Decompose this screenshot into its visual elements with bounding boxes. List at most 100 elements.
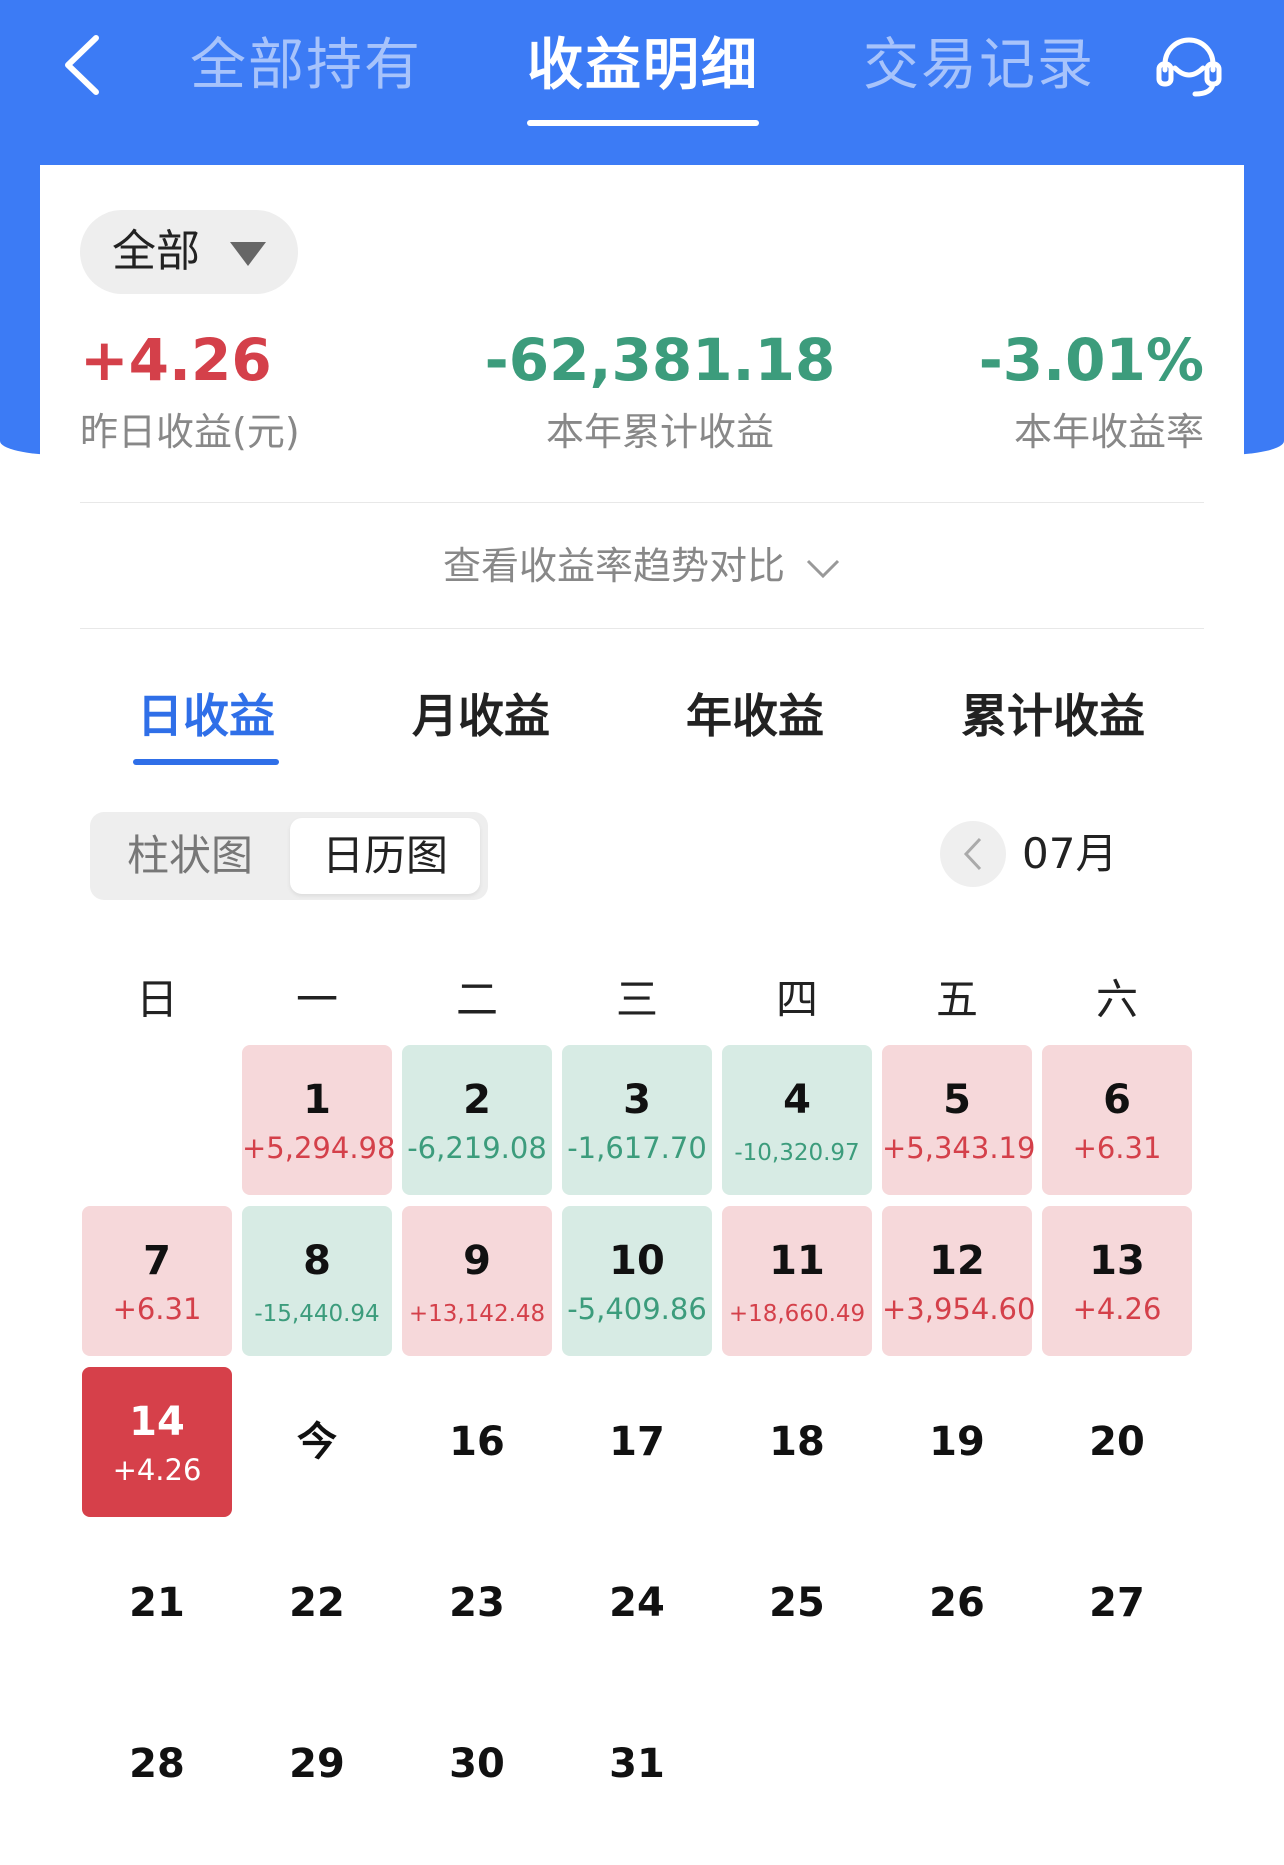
customer-service-button[interactable] [1153, 30, 1225, 102]
yesterday-earnings-label: 昨日收益(元) [80, 410, 300, 454]
calendar-day-cell[interactable]: 20 [1042, 1367, 1192, 1517]
ytd-return-rate: -3.01% 本年收益率 [900, 325, 1204, 457]
calendar-day-number: 6 [1103, 1077, 1131, 1123]
calendar-day-number: 8 [303, 1238, 331, 1284]
tab-earnings-detail[interactable]: 收益明细 [527, 28, 759, 126]
calendar-day-cell[interactable]: 19 [882, 1367, 1032, 1517]
holdings-filter-dropdown[interactable]: 全部 [80, 210, 298, 294]
calendar-day-number: 14 [129, 1399, 185, 1445]
calendar-day-earnings: +13,142.48 [408, 1301, 546, 1327]
calendar-day-number: 5 [943, 1077, 971, 1123]
calendar-day-number: 17 [609, 1419, 665, 1465]
tab-yearly-earnings[interactable]: 年收益 [686, 685, 824, 747]
calendar-day-cell[interactable]: 3 -1,617.70 [562, 1045, 712, 1195]
calendar-day-number: 12 [929, 1238, 985, 1284]
calendar-day-cell[interactable]: 9 +13,142.48 [402, 1206, 552, 1356]
weekday-label: 五 [935, 975, 978, 1024]
calendar-day-cell[interactable]: 11 +18,660.49 [722, 1206, 872, 1356]
calendar-day-number: 29 [289, 1741, 345, 1787]
tab-cumulative-earnings[interactable]: 累计收益 [961, 685, 1145, 747]
calendar-day-number: 3 [623, 1077, 651, 1123]
calendar-day-number: 22 [289, 1580, 345, 1626]
calendar-day-number: 2 [463, 1077, 491, 1123]
calendar-day-cell[interactable]: 21 [82, 1528, 232, 1678]
tab-transaction-records[interactable]: 交易记录 [863, 28, 1095, 104]
calendar-day-number: 7 [143, 1238, 171, 1284]
weekday-label: 三 [615, 975, 658, 1024]
calendar-day-earnings: +5,294.98 [242, 1131, 396, 1165]
calendar-day-number: 18 [769, 1419, 825, 1465]
weekday-label: 四 [775, 975, 818, 1024]
calendar-day-number: 30 [449, 1741, 505, 1787]
calendar-day-number: 11 [769, 1238, 825, 1284]
calendar-day-number: 9 [463, 1238, 491, 1284]
calendar-day-number: 28 [129, 1741, 185, 1787]
calendar-day-earnings: +5,343.19 [882, 1131, 1036, 1165]
calendar-day-earnings: +18,660.49 [728, 1301, 866, 1327]
prev-month-button[interactable] [940, 821, 1006, 887]
top-nav-bar: 全部持有 收益明细 交易记录 [0, 0, 1284, 150]
trend-compare-toggle[interactable]: 查看收益率趋势对比 [40, 540, 1244, 592]
tab-daily-earnings[interactable]: 日收益 [133, 685, 279, 765]
calendar-day-cell[interactable]: 29 [242, 1689, 392, 1839]
filter-label: 全部 [112, 226, 200, 277]
chevron-left-icon [963, 837, 982, 871]
calendar-day-number: 19 [929, 1419, 985, 1465]
calendar-day-cell[interactable]: 16 [402, 1367, 552, 1517]
ytd-return-rate-label: 本年收益率 [1013, 410, 1204, 454]
calendar-day-earnings: +3,954.60 [882, 1292, 1036, 1326]
calendar-day-number: 31 [609, 1741, 665, 1787]
calendar-day-number: 16 [449, 1419, 505, 1465]
yesterday-earnings-value: +4.26 [80, 326, 272, 394]
calendar-day-number: 24 [609, 1580, 665, 1626]
calendar-day-earnings: -10,320.97 [734, 1140, 860, 1166]
ytd-earnings-value: -62,381.18 [484, 326, 836, 394]
tab-monthly-earnings[interactable]: 月收益 [412, 685, 550, 747]
calendar-day-cell[interactable]: 今 [242, 1367, 392, 1517]
calendar-day-cell[interactable]: 25 [722, 1528, 872, 1678]
calendar-day-cell[interactable]: 23 [402, 1528, 552, 1678]
calendar-day-earnings: -6,219.08 [407, 1131, 547, 1165]
ytd-earnings-label: 本年累计收益 [545, 410, 774, 454]
calendar-day-earnings: +6.31 [112, 1292, 202, 1326]
ytd-return-rate-value: -3.01% [978, 326, 1204, 394]
weekday-label: 二 [455, 975, 498, 1024]
calendar-day-cell[interactable]: 2 -6,219.08 [402, 1045, 552, 1195]
calendar-day-cell[interactable]: 31 [562, 1689, 712, 1839]
calendar-day-cell[interactable]: 30 [402, 1689, 552, 1839]
calendar-day-cell[interactable]: 26 [882, 1528, 1032, 1678]
calendar-day-number: 4 [783, 1077, 811, 1123]
view-toggle: 柱状图 日历图 [90, 812, 488, 900]
back-button[interactable] [56, 30, 116, 100]
calendar-day-cell[interactable]: 12 +3,954.60 [882, 1206, 1036, 1356]
calendar-day-cell[interactable]: 13 +4.26 [1042, 1206, 1192, 1356]
calendar-day-cell[interactable]: 27 [1042, 1528, 1192, 1678]
ytd-earnings: -62,381.18 本年累计收益 [440, 325, 880, 457]
calendar-day-cell[interactable]: 5 +5,343.19 [882, 1045, 1036, 1195]
divider [80, 628, 1204, 629]
calendar-day-number: 26 [929, 1580, 985, 1626]
calendar-day-cell[interactable]: 22 [242, 1528, 392, 1678]
calendar-day-cell[interactable]: 24 [562, 1528, 712, 1678]
calendar-day-number: 21 [129, 1580, 185, 1626]
calendar-day-earnings: -5,409.86 [567, 1292, 707, 1326]
calendar-day-cell[interactable]: 17 [562, 1367, 712, 1517]
calendar-day-cell[interactable]: 28 [82, 1689, 232, 1839]
calendar-day-cell[interactable]: 4 -10,320.97 [722, 1045, 872, 1195]
calendar-day-earnings: +4.26 [1072, 1292, 1162, 1326]
calendar-day-cell[interactable]: 14 +4.26 [82, 1367, 232, 1517]
calendar-day-cell[interactable]: 6 +6.31 [1042, 1045, 1192, 1195]
calendar-day-cell[interactable]: 18 [722, 1367, 872, 1517]
calendar-day-number: 25 [769, 1580, 825, 1626]
headset-icon [1156, 37, 1222, 97]
divider [80, 502, 1204, 503]
calendar-view-option[interactable]: 日历图 [290, 818, 480, 894]
calendar-day-cell[interactable]: 1 +5,294.98 [242, 1045, 396, 1195]
calendar-day-earnings: -15,440.94 [254, 1301, 380, 1327]
bar-chart-view-option[interactable]: 柱状图 [90, 812, 290, 900]
weekday-label: 一 [295, 975, 338, 1024]
tab-all-holdings[interactable]: 全部持有 [190, 28, 422, 104]
calendar-day-cell[interactable]: 7 +6.31 [82, 1206, 232, 1356]
calendar-day-cell[interactable]: 10 -5,409.86 [562, 1206, 712, 1356]
calendar-day-cell[interactable]: 8 -15,440.94 [242, 1206, 392, 1356]
